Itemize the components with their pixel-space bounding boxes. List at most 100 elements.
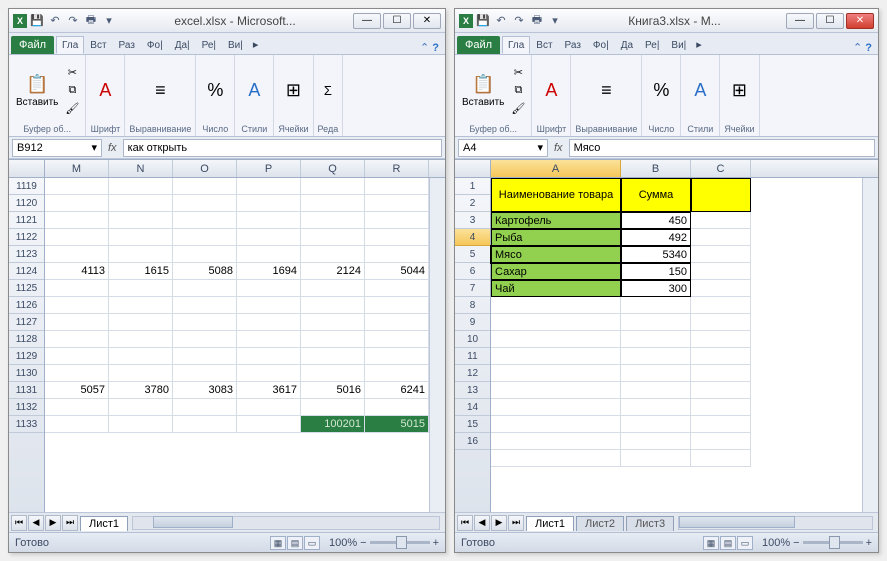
- cell[interactable]: [173, 331, 237, 348]
- sheet-nav-last[interactable]: ⏭: [508, 515, 524, 531]
- cell[interactable]: 3083: [173, 382, 237, 399]
- fx-icon[interactable]: fx: [550, 142, 567, 154]
- cell[interactable]: [491, 331, 621, 348]
- qat-dropdown-icon[interactable]: ▾: [101, 13, 117, 29]
- cell[interactable]: 2124: [301, 263, 365, 280]
- cell[interactable]: [301, 297, 365, 314]
- cell[interactable]: [365, 331, 429, 348]
- cell[interactable]: 6241: [365, 382, 429, 399]
- row-header[interactable]: 6: [455, 263, 490, 280]
- cell[interactable]: [301, 195, 365, 212]
- cell[interactable]: 3617: [237, 382, 301, 399]
- cell[interactable]: [365, 178, 429, 195]
- cell[interactable]: [173, 348, 237, 365]
- cell[interactable]: 300: [621, 280, 691, 297]
- sheet-nav-next[interactable]: ▶: [45, 515, 61, 531]
- print-icon[interactable]: 🖶: [529, 13, 545, 29]
- cell[interactable]: [691, 348, 751, 365]
- row-header[interactable]: 1125: [9, 280, 44, 297]
- cell[interactable]: [691, 263, 751, 280]
- formula-bar[interactable]: Мясо: [569, 139, 875, 157]
- cell[interactable]: Картофель: [491, 212, 621, 229]
- row-header[interactable]: 13: [455, 382, 490, 399]
- fx-icon[interactable]: fx: [104, 142, 121, 154]
- row-header[interactable]: 1119: [9, 178, 44, 195]
- cell[interactable]: [365, 195, 429, 212]
- format-painter-icon[interactable]: 🖌: [63, 100, 81, 116]
- sheet-tab[interactable]: Лист3: [626, 516, 674, 531]
- view-layout-icon[interactable]: ▤: [720, 536, 736, 550]
- sheet-tab[interactable]: Лист1: [80, 516, 128, 531]
- row-header[interactable]: 9: [455, 314, 490, 331]
- ribbon-tab[interactable]: Фо|: [141, 36, 169, 54]
- file-tab[interactable]: Файл: [11, 36, 54, 54]
- cell[interactable]: [45, 348, 109, 365]
- cell[interactable]: [301, 178, 365, 195]
- select-all-corner[interactable]: [455, 160, 491, 177]
- redo-icon[interactable]: ↷: [511, 13, 527, 29]
- cell[interactable]: [109, 212, 173, 229]
- cell[interactable]: [621, 450, 691, 467]
- horizontal-scrollbar[interactable]: [678, 516, 873, 530]
- cell[interactable]: 150: [621, 263, 691, 280]
- cell[interactable]: 5015: [365, 416, 429, 433]
- col-header[interactable]: O: [173, 160, 237, 177]
- ribbon-tab[interactable]: Раз: [559, 36, 587, 54]
- cell[interactable]: [45, 246, 109, 263]
- cell[interactable]: [173, 229, 237, 246]
- cell[interactable]: [237, 178, 301, 195]
- cell[interactable]: [301, 280, 365, 297]
- row-header[interactable]: 1124: [9, 263, 44, 280]
- row-header[interactable]: 1: [455, 178, 490, 195]
- cell[interactable]: [301, 229, 365, 246]
- cell[interactable]: [621, 314, 691, 331]
- cut-icon[interactable]: ✂: [509, 64, 527, 80]
- cell[interactable]: [45, 280, 109, 297]
- help-icon[interactable]: ?: [865, 42, 872, 54]
- maximize-button[interactable]: ☐: [383, 13, 411, 29]
- cell[interactable]: [691, 331, 751, 348]
- cells-button[interactable]: ⊞: [724, 76, 754, 104]
- zoom-level[interactable]: 100%: [762, 537, 790, 549]
- font-button[interactable]: A: [536, 76, 566, 104]
- undo-icon[interactable]: ↶: [493, 13, 509, 29]
- cell[interactable]: 5340: [621, 246, 691, 263]
- cells-button[interactable]: ⊞: [278, 76, 308, 104]
- cell[interactable]: [237, 229, 301, 246]
- ribbon-tab[interactable]: Да|: [169, 36, 196, 54]
- row-header[interactable]: 8: [455, 297, 490, 314]
- save-icon[interactable]: 💾: [29, 13, 45, 29]
- cell[interactable]: Сумма: [621, 178, 691, 212]
- view-normal-icon[interactable]: ▦: [703, 536, 719, 550]
- minimize-button[interactable]: —: [786, 13, 814, 29]
- col-header[interactable]: M: [45, 160, 109, 177]
- qat-dropdown-icon[interactable]: ▾: [547, 13, 563, 29]
- cell[interactable]: [45, 229, 109, 246]
- cell[interactable]: 492: [621, 229, 691, 246]
- cell[interactable]: [237, 365, 301, 382]
- ribbon-tab[interactable]: Ре|: [196, 36, 222, 54]
- row-header[interactable]: 1120: [9, 195, 44, 212]
- cell[interactable]: [365, 246, 429, 263]
- cell[interactable]: 1615: [109, 263, 173, 280]
- view-break-icon[interactable]: ▭: [304, 536, 320, 550]
- ribbon-tab[interactable]: Вст: [530, 36, 558, 54]
- cell[interactable]: 5088: [173, 263, 237, 280]
- cell[interactable]: [237, 212, 301, 229]
- cell[interactable]: Наименование товара: [491, 178, 621, 212]
- cell[interactable]: [365, 297, 429, 314]
- cell[interactable]: [109, 416, 173, 433]
- cell[interactable]: [109, 348, 173, 365]
- row-header[interactable]: 11: [455, 348, 490, 365]
- cell[interactable]: [691, 382, 751, 399]
- cell[interactable]: Сахар: [491, 263, 621, 280]
- cell[interactable]: [301, 314, 365, 331]
- cell[interactable]: 1694: [237, 263, 301, 280]
- cell[interactable]: [491, 450, 621, 467]
- cell[interactable]: Чай: [491, 280, 621, 297]
- number-button[interactable]: %: [200, 76, 230, 104]
- row-header[interactable]: 16: [455, 433, 490, 450]
- cell[interactable]: [237, 399, 301, 416]
- cell[interactable]: [365, 280, 429, 297]
- view-layout-icon[interactable]: ▤: [287, 536, 303, 550]
